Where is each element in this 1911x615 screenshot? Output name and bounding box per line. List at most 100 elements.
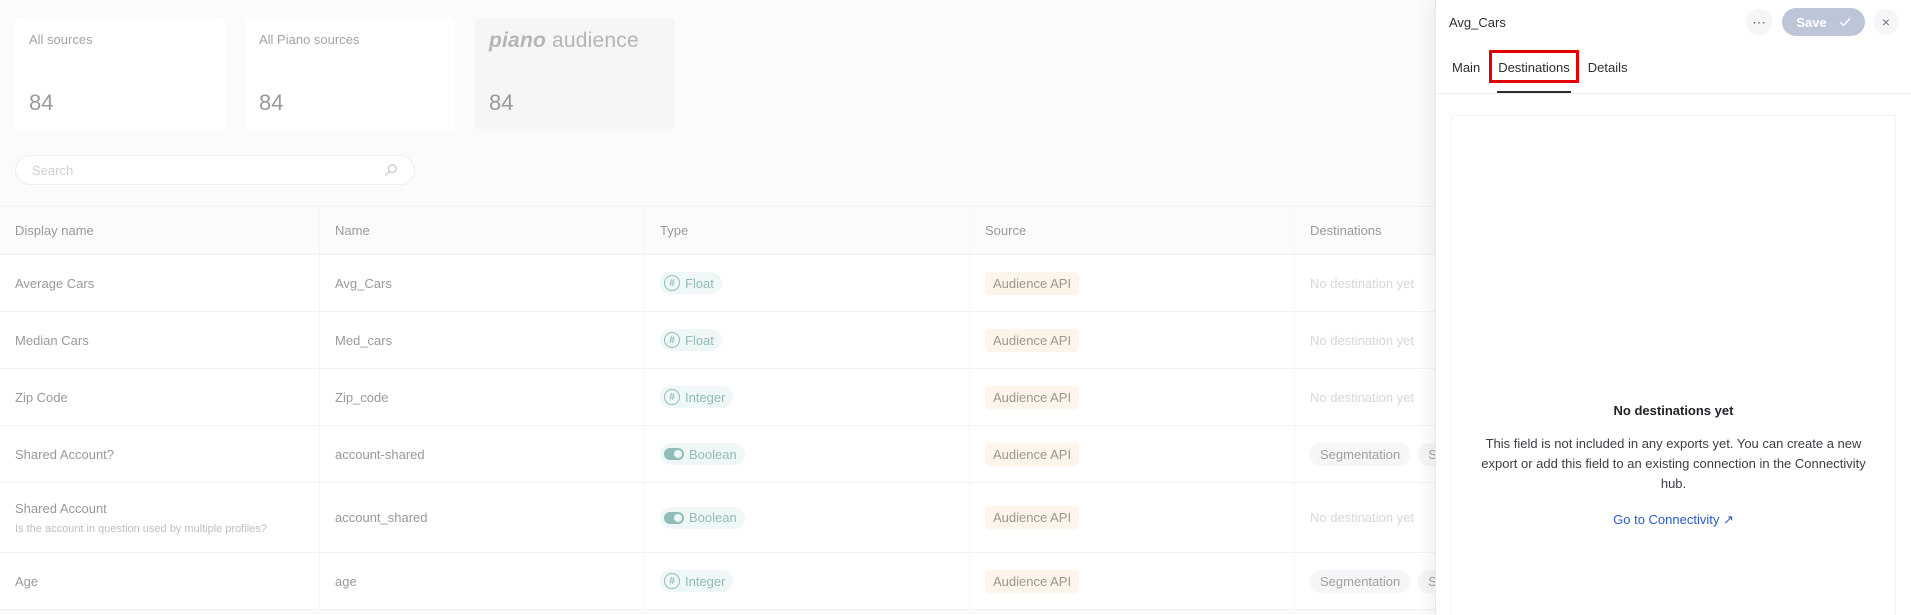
display-name-cell: Shared Account? xyxy=(0,426,320,482)
card-piano-audience[interactable]: piano audience 84 xyxy=(475,18,675,130)
field-drawer: Avg_Cars ⋯ Save × Main Destinations Deta… xyxy=(1435,0,1911,615)
drawer-header: Avg_Cars ⋯ Save × xyxy=(1436,0,1911,44)
tab-label: Destinations xyxy=(1498,60,1570,75)
destinations-cell: Segmentation S xyxy=(1295,426,1435,482)
display-name-cell: Shared Account Is the account in question… xyxy=(0,483,320,552)
type-badge: # Float xyxy=(660,272,722,294)
field-list-page: All sources 84 All Piano sources 84 pian… xyxy=(0,0,1435,615)
type-label: Boolean xyxy=(689,446,737,462)
card-all-piano-sources[interactable]: All Piano sources 84 xyxy=(245,18,455,130)
destination-list: Segmentation S xyxy=(1310,442,1435,466)
hash-icon: # xyxy=(664,573,680,589)
type-badge: Boolean xyxy=(660,443,745,465)
field-name: account-shared xyxy=(335,446,425,462)
destinations-cell: No destination yet xyxy=(1295,369,1435,425)
card-title: All Piano sources xyxy=(259,32,360,47)
source-badge: Audience API xyxy=(985,271,1080,295)
destinations-cell: No destination yet xyxy=(1295,483,1435,552)
hash-icon: # xyxy=(664,389,680,405)
display-name-cell: Median Cars xyxy=(0,312,320,368)
type-badge: Boolean xyxy=(660,506,745,529)
table-row[interactable]: Average Cars Avg_Cars # Float Audience API No… xyxy=(0,255,1435,312)
field-name: Med_cars xyxy=(335,332,393,348)
table-row[interactable]: Age age # Integer Audience API Segmentation S xyxy=(0,553,1435,610)
destination-badge[interactable]: S xyxy=(1418,569,1435,593)
table-row[interactable]: Median Cars Med_cars # Float Audience API No … xyxy=(0,312,1435,369)
column-header[interactable]: Source xyxy=(970,207,1295,254)
search-input[interactable] xyxy=(32,162,384,178)
type-badge: # Float xyxy=(660,329,722,351)
card-count: 84 xyxy=(259,90,284,115)
close-icon[interactable]: × xyxy=(1873,9,1899,35)
table-row[interactable]: Zip Code Zip_code # Integer Audience API No d… xyxy=(0,369,1435,426)
empty-state: No destinations yet This field is not in… xyxy=(1452,403,1895,528)
type-badge: # Integer xyxy=(660,570,734,592)
type-cell: # Float xyxy=(645,255,970,311)
no-destination-text: No destination yet xyxy=(1310,332,1415,348)
name-cell: Zip_code xyxy=(320,369,645,425)
empty-state-title: No destinations yet xyxy=(1613,403,1734,418)
type-label: Integer xyxy=(685,573,726,589)
check-icon xyxy=(1839,18,1851,27)
hash-icon: # xyxy=(664,332,680,348)
card-all-sources[interactable]: All sources 84 xyxy=(15,18,225,130)
display-name: Shared Account? xyxy=(15,446,115,462)
tab-main[interactable]: Main xyxy=(1452,60,1489,93)
column-header[interactable]: Display name xyxy=(0,207,320,254)
card-title: All sources xyxy=(29,32,93,47)
external-link-icon: ↗ xyxy=(1722,512,1734,527)
display-name-cell: Zip Code xyxy=(0,369,320,425)
search-icon[interactable] xyxy=(384,163,398,177)
field-name: age xyxy=(335,573,357,589)
hash-icon: # xyxy=(664,275,680,291)
field-description: Is the account in question used by multi… xyxy=(15,522,267,535)
display-name: Zip Code xyxy=(15,389,68,405)
card-count: 84 xyxy=(489,90,514,115)
tab-destinations[interactable]: Destinations xyxy=(1489,50,1579,93)
column-header[interactable]: Type xyxy=(645,207,970,254)
type-cell: Boolean xyxy=(645,483,970,552)
destination-badge[interactable]: Segmentation xyxy=(1310,569,1411,593)
type-cell: Boolean xyxy=(645,426,970,482)
table-row[interactable]: Shared Account? account-shared Boolean Audi… xyxy=(0,426,1435,483)
type-label: Float xyxy=(685,275,714,291)
source-cell: Audience API xyxy=(970,483,1295,552)
no-destination-text: No destination yet xyxy=(1310,389,1415,405)
source-cell: Audience API xyxy=(970,426,1295,482)
destination-list: Segmentation S xyxy=(1310,569,1435,593)
source-cell: Audience API xyxy=(970,312,1295,368)
toggle-icon xyxy=(664,511,684,524)
destination-badge[interactable]: Segmentation xyxy=(1310,442,1411,466)
name-cell: account-shared xyxy=(320,426,645,482)
display-name-cell: Age xyxy=(0,553,320,609)
destinations-panel: No destinations yet This field is not in… xyxy=(1451,115,1896,615)
fields-table: Display name Name Type Source Destinatio… xyxy=(0,206,1435,610)
save-button[interactable]: Save xyxy=(1782,8,1865,36)
field-name: Zip_code xyxy=(335,389,389,405)
tab-details[interactable]: Details xyxy=(1579,60,1637,93)
name-cell: Med_cars xyxy=(320,312,645,368)
destinations-cell: No destination yet xyxy=(1295,255,1435,311)
display-name: Age xyxy=(15,573,39,589)
table-body: Average Cars Avg_Cars # Float Audience API No… xyxy=(0,255,1435,610)
display-name: Average Cars xyxy=(15,275,95,291)
name-cell: account_shared xyxy=(320,483,645,552)
card-count: 84 xyxy=(29,90,54,115)
more-options-icon[interactable]: ⋯ xyxy=(1746,9,1772,35)
destinations-cell: No destination yet xyxy=(1295,312,1435,368)
display-name: Median Cars xyxy=(15,332,89,348)
name-cell: age xyxy=(320,553,645,609)
type-cell: # Float xyxy=(645,312,970,368)
destination-badge[interactable]: S xyxy=(1418,442,1435,466)
type-label: Integer xyxy=(685,389,726,405)
column-header[interactable]: Destinations xyxy=(1295,207,1435,254)
source-badge: Audience API xyxy=(985,328,1080,352)
empty-state-text: This field is not included in any export… xyxy=(1481,436,1866,491)
go-to-connectivity-link[interactable]: Go to Connectivity ↗ xyxy=(1613,512,1734,528)
piano-audience-logo: piano audience xyxy=(489,29,639,52)
column-header[interactable]: Name xyxy=(320,207,645,254)
table-row[interactable]: Shared Account Is the account in question… xyxy=(0,483,1435,553)
table-header: Display name Name Type Source Destinatio… xyxy=(0,207,1435,255)
save-label: Save xyxy=(1796,14,1827,30)
field-name: account_shared xyxy=(335,510,428,525)
